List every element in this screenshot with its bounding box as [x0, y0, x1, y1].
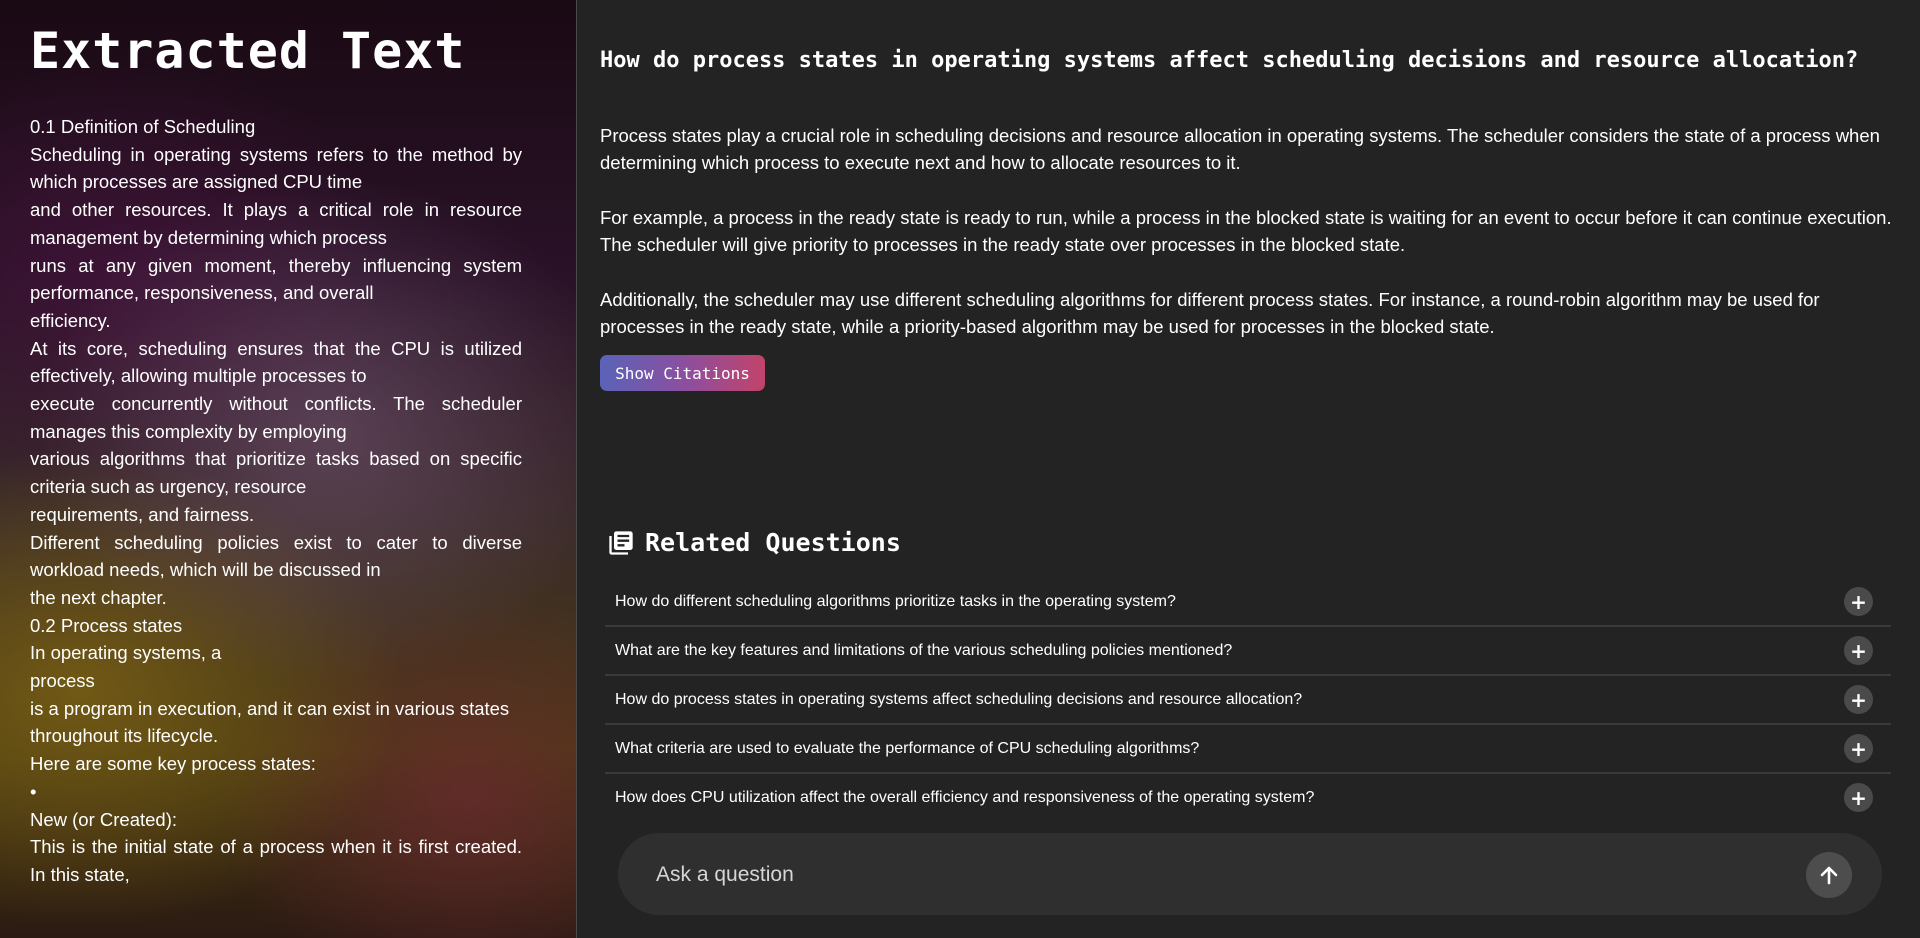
plus-icon[interactable]: +: [1844, 587, 1873, 616]
related-questions-title: Related Questions: [645, 528, 901, 557]
extracted-line: This is the initial state of a process w…: [30, 836, 522, 885]
answer-paragraph: Process states play a crucial role in sc…: [600, 125, 1880, 173]
answer-paragraph: For example, a process in the ready stat…: [600, 207, 1892, 255]
extracted-line: throughout its lifecycle.: [30, 725, 219, 747]
extracted-line: the next chapter.: [30, 586, 167, 608]
related-question-item[interactable]: How does CPU utilization affect the over…: [605, 774, 1891, 821]
answer-paragraph: Additionally, the scheduler may use diff…: [600, 289, 1820, 337]
extracted-text-panel: Extracted Text 0.1 Definition of Schedul…: [0, 0, 576, 938]
related-question-item[interactable]: How do process states in operating syste…: [605, 676, 1891, 725]
related-question-item[interactable]: What are the key features and limitation…: [605, 627, 1891, 676]
extracted-text-title: Extracted Text: [30, 22, 466, 80]
plus-icon[interactable]: +: [1844, 685, 1873, 714]
extracted-line: Scheduling in operating systems refers t…: [30, 143, 522, 193]
question-title: How do process states in operating syste…: [600, 48, 1859, 73]
bullet-glyph: •: [30, 780, 37, 802]
related-question-text: How do process states in operating syste…: [615, 690, 1303, 708]
extracted-line: is a program in execution, and it can ex…: [30, 697, 510, 719]
ask-question-bar: [618, 833, 1882, 915]
related-questions-list: How do different scheduling algorithms p…: [605, 578, 1891, 821]
plus-icon[interactable]: +: [1844, 636, 1873, 665]
qa-panel: How do process states in operating syste…: [577, 0, 1920, 938]
extracted-line: efficiency.: [30, 309, 111, 331]
extracted-line: 0.2 Process states: [30, 614, 183, 636]
extracted-line: 0.1 Definition of Scheduling: [30, 116, 256, 137]
arrow-up-icon: [1820, 866, 1838, 885]
plus-icon[interactable]: +: [1844, 734, 1873, 763]
extracted-line: requirements, and fairness.: [30, 503, 255, 525]
related-question-text: How do different scheduling algorithms p…: [615, 592, 1176, 610]
related-question-text: What are the key features and limitation…: [615, 641, 1233, 659]
extracted-line: execute concurrently without conflicts. …: [30, 393, 522, 442]
related-question-item[interactable]: How do different scheduling algorithms p…: [605, 578, 1891, 627]
extracted-line: At its core, scheduling ensures that the…: [30, 337, 522, 387]
extracted-line: Here are some key process states:: [30, 753, 316, 775]
library-books-icon: [609, 530, 633, 555]
extracted-line: New (or Created):: [30, 808, 178, 830]
extracted-line: and other resources. It plays a critical…: [30, 199, 522, 248]
extracted-line: various algorithms that prioritize tasks…: [30, 448, 522, 498]
related-question-item[interactable]: What criteria are used to evaluate the p…: [605, 725, 1891, 774]
send-button[interactable]: [1806, 852, 1852, 898]
extracted-line: Different scheduling policies exist to c…: [30, 531, 522, 581]
related-questions-header: Related Questions: [607, 528, 901, 557]
related-question-text: How does CPU utilization affect the over…: [615, 788, 1315, 806]
answer-body: Process states play a crucial role in sc…: [600, 122, 1900, 368]
extracted-line: runs at any given moment, thereby influe…: [30, 254, 522, 304]
extracted-text-body: 0.1 Definition of Scheduling Scheduling …: [30, 113, 522, 889]
extracted-line: In operating systems, a: [30, 642, 222, 664]
plus-icon[interactable]: +: [1844, 783, 1873, 812]
related-question-text: What criteria are used to evaluate the p…: [615, 739, 1200, 757]
extracted-line: process: [30, 670, 95, 692]
show-citations-button[interactable]: Show Citations: [600, 355, 765, 391]
ask-question-input[interactable]: [654, 853, 1758, 897]
